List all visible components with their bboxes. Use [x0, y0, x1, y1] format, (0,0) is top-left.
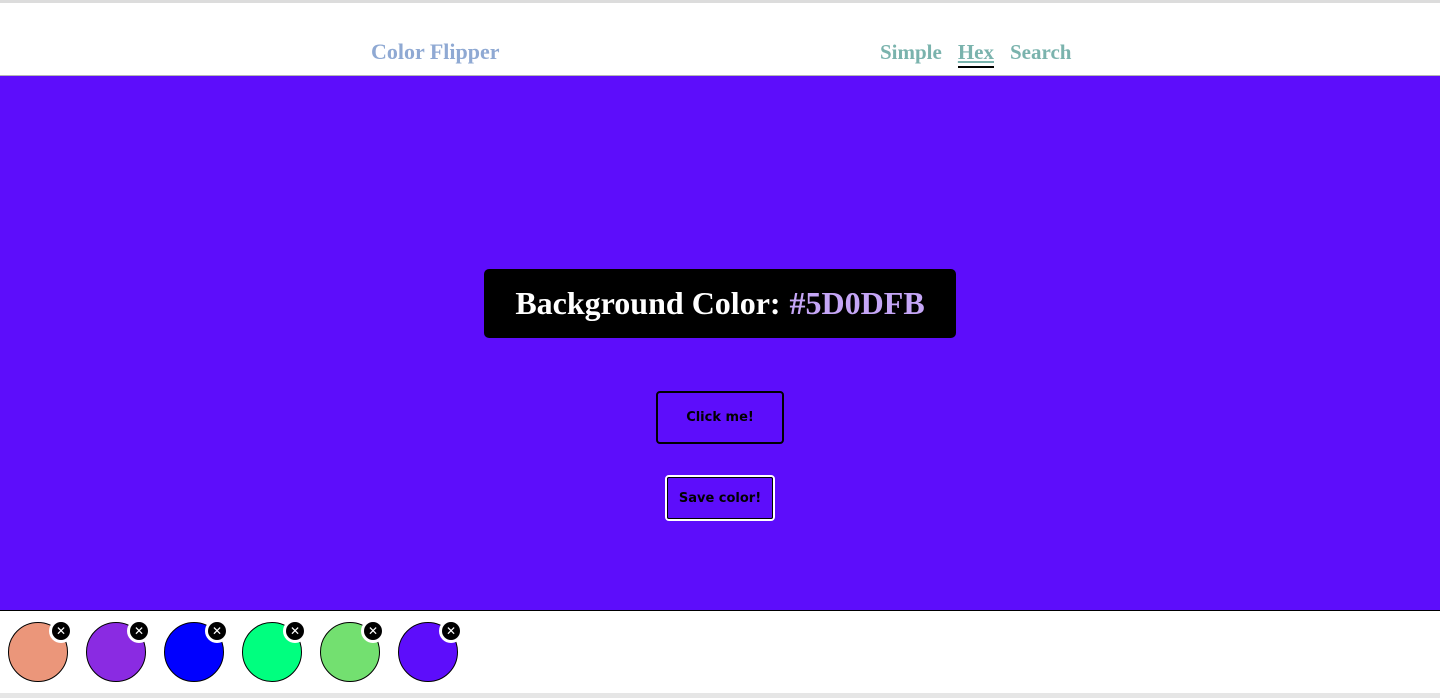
- hex-color-value: #5D0DFB: [789, 285, 925, 321]
- nav-link-search[interactable]: Search: [1010, 40, 1071, 68]
- click-me-button[interactable]: Click me!: [656, 391, 784, 444]
- remove-x-glyph: ✕: [364, 622, 382, 640]
- saved-colors-palette: ✕ ✕ ✕ ✕ ✕ ✕: [0, 610, 1440, 694]
- nav-link-hex[interactable]: Hex: [957, 40, 994, 68]
- nav-link-simple-label: Simple: [880, 40, 942, 64]
- nav-link-hex-label: Hex: [957, 40, 994, 64]
- save-color-button[interactable]: Save color!: [665, 475, 775, 521]
- close-circle-icon[interactable]: ✕: [439, 619, 463, 643]
- background-color-display: Background Color: #5D0DFB: [484, 269, 956, 338]
- remove-x-glyph: ✕: [286, 622, 304, 640]
- brand-link[interactable]: Color Flipper: [371, 40, 500, 64]
- color-stage: Background Color: #5D0DFB Click me! Save…: [0, 76, 1440, 610]
- remove-x-glyph: ✕: [442, 622, 460, 640]
- close-circle-icon[interactable]: ✕: [283, 619, 307, 643]
- close-circle-icon[interactable]: ✕: [49, 619, 73, 643]
- close-circle-icon[interactable]: ✕: [361, 619, 385, 643]
- navbar: Color Flipper Simple Hex Search: [0, 3, 1440, 76]
- nav-links: Simple Hex Search: [880, 40, 1071, 68]
- remove-x-glyph: ✕: [208, 622, 226, 640]
- remove-x-glyph: ✕: [130, 622, 148, 640]
- nav-link-search-label: Search: [1010, 40, 1072, 64]
- nav-link-simple[interactable]: Simple: [880, 40, 942, 68]
- background-color-label: Background Color:: [515, 285, 781, 321]
- close-circle-icon[interactable]: ✕: [127, 619, 151, 643]
- remove-x-glyph: ✕: [52, 622, 70, 640]
- browser-bottom-border: [0, 693, 1440, 698]
- close-circle-icon[interactable]: ✕: [205, 619, 229, 643]
